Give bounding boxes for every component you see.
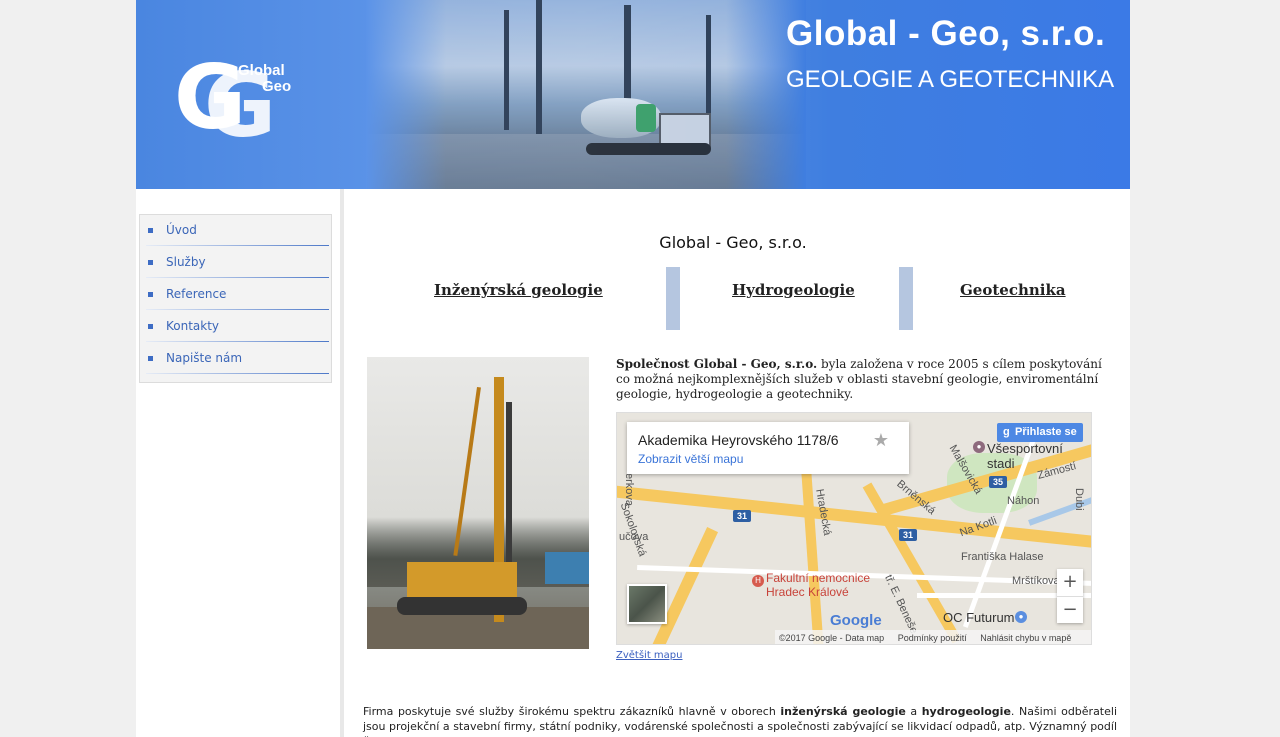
road-shield: 31: [733, 510, 751, 522]
map-label-benese: tř. E. Beneše: [882, 573, 920, 636]
bullet-icon: [148, 356, 153, 361]
map-label-nahon: Náhon: [1007, 495, 1040, 507]
map-label-dubi: Dubi: [1073, 488, 1085, 511]
bullet-icon: [148, 292, 153, 297]
tab-separator: [666, 267, 680, 330]
logo-text-global: Global: [238, 62, 285, 79]
site-header: G G Global Geo Global - Geo, s.r.o. GEOL…: [136, 0, 1130, 189]
map-label-hospital-2: Hradec Králové: [766, 585, 849, 599]
enlarge-map-link[interactable]: Zvětšit mapu: [616, 650, 682, 661]
body-text-part: Firma poskytuje své služby širokému spek…: [363, 705, 781, 718]
bullet-icon: [148, 260, 153, 265]
tab-hydrogeologie[interactable]: Hydrogeologie: [732, 281, 855, 299]
bullet-icon: [148, 228, 153, 233]
tab-inzenyrska-geologie[interactable]: Inženýrská geologie: [434, 281, 603, 299]
menu-item-label: Úvod: [166, 223, 197, 237]
shopping-poi-icon: ●: [1015, 611, 1027, 623]
left-column: Úvod Služby Reference Kontakty Napište n…: [136, 189, 340, 737]
map-attribution: ©2017 Google - Data map Podmínky použití…: [775, 630, 1091, 644]
service-tabs: Inženýrská geologie Hydrogeologie Geotec…: [364, 267, 1112, 331]
map-label-sokolovska: Sokolovská: [617, 501, 649, 558]
main-menu: Úvod Služby Reference Kontakty Napište n…: [139, 214, 332, 383]
drilling-rig-photo: [367, 357, 589, 649]
site-subtitle: GEOLOGIE A GEOTECHNIKA: [786, 66, 1115, 93]
body-text-part: a: [905, 705, 922, 718]
site-title: Global - Geo, s.r.o.: [786, 14, 1106, 53]
body-text-bold: hydrogeologie: [921, 705, 1011, 718]
road-shield: 35: [989, 476, 1007, 488]
map-label-futurum: OC Futurum: [943, 610, 1015, 625]
tab-separator: [899, 267, 913, 330]
google-map[interactable]: erkova Sokolovská učova Hradecká Brněnsk…: [616, 412, 1092, 645]
menu-item-kontakty[interactable]: Kontakty: [140, 311, 331, 343]
map-label-ucova: učova: [619, 531, 649, 543]
map-signin-button[interactable]: g Přihlaste se: [997, 423, 1083, 442]
stadium-poi-icon: ●: [973, 441, 985, 453]
map-terms-link[interactable]: Podmínky použití: [898, 633, 967, 643]
intro-paragraph: Společnost Global - Geo, s.r.o. byla zal…: [616, 357, 1106, 402]
body-paragraph: Firma poskytuje své služby širokému spek…: [363, 704, 1117, 737]
menu-item-reference[interactable]: Reference: [140, 279, 331, 311]
zoom-in-button[interactable]: +: [1057, 569, 1083, 596]
menu-item-label: Napište nám: [166, 351, 243, 365]
google-g-icon: g: [1003, 426, 1010, 438]
menu-item-uvod[interactable]: Úvod: [140, 215, 331, 247]
star-icon[interactable]: ★: [873, 430, 889, 451]
main-content: Global - Geo, s.r.o. Inženýrská geologie…: [344, 189, 1130, 737]
company-name: Společnost Global - Geo, s.r.o.: [616, 357, 818, 371]
page-title: Global - Geo, s.r.o.: [659, 233, 807, 252]
map-report-link[interactable]: Nahlásit chybu v mapě: [980, 633, 1071, 643]
map-label-hospital-1: Fakultní nemocnice: [766, 571, 871, 585]
map-zoom-controls: + −: [1057, 569, 1083, 623]
map-place-card: Akademika Heyrovského 1178/6 Zobrazit vě…: [627, 422, 909, 474]
concrete-mixer-truck: [581, 98, 711, 155]
menu-item-label: Kontakty: [166, 319, 220, 333]
zoom-out-button[interactable]: −: [1057, 596, 1083, 623]
map-label-frantiska-halase: Františka Halase: [961, 551, 1044, 563]
site-logo[interactable]: G G Global Geo: [174, 54, 304, 154]
satellite-toggle[interactable]: [627, 584, 667, 624]
menu-item-label: Služby: [166, 255, 206, 269]
menu-item-napiste-nam[interactable]: Napište nám: [140, 343, 331, 375]
larger-map-link[interactable]: Zobrazit větší mapu: [638, 452, 743, 466]
map-label-stadium: Všesportovní stadi: [987, 441, 1063, 471]
body-text-bold: inženýrská geologie: [780, 705, 906, 718]
road-shield: 31: [899, 529, 917, 541]
tab-geotechnika[interactable]: Geotechnika: [960, 281, 1066, 299]
signin-label: Přihlaste se: [1015, 426, 1077, 438]
menu-item-sluzby[interactable]: Služby: [140, 247, 331, 279]
map-copyright: ©2017 Google - Data map: [779, 633, 885, 643]
logo-text-geo: Geo: [262, 78, 292, 95]
menu-item-label: Reference: [166, 287, 227, 301]
google-logo: Google: [830, 612, 882, 629]
map-address: Akademika Heyrovského 1178/6: [638, 432, 839, 448]
bullet-icon: [148, 324, 153, 329]
map-label-mrstikova: Mrštíkova: [1012, 575, 1060, 587]
hospital-poi-icon: H: [752, 575, 764, 587]
